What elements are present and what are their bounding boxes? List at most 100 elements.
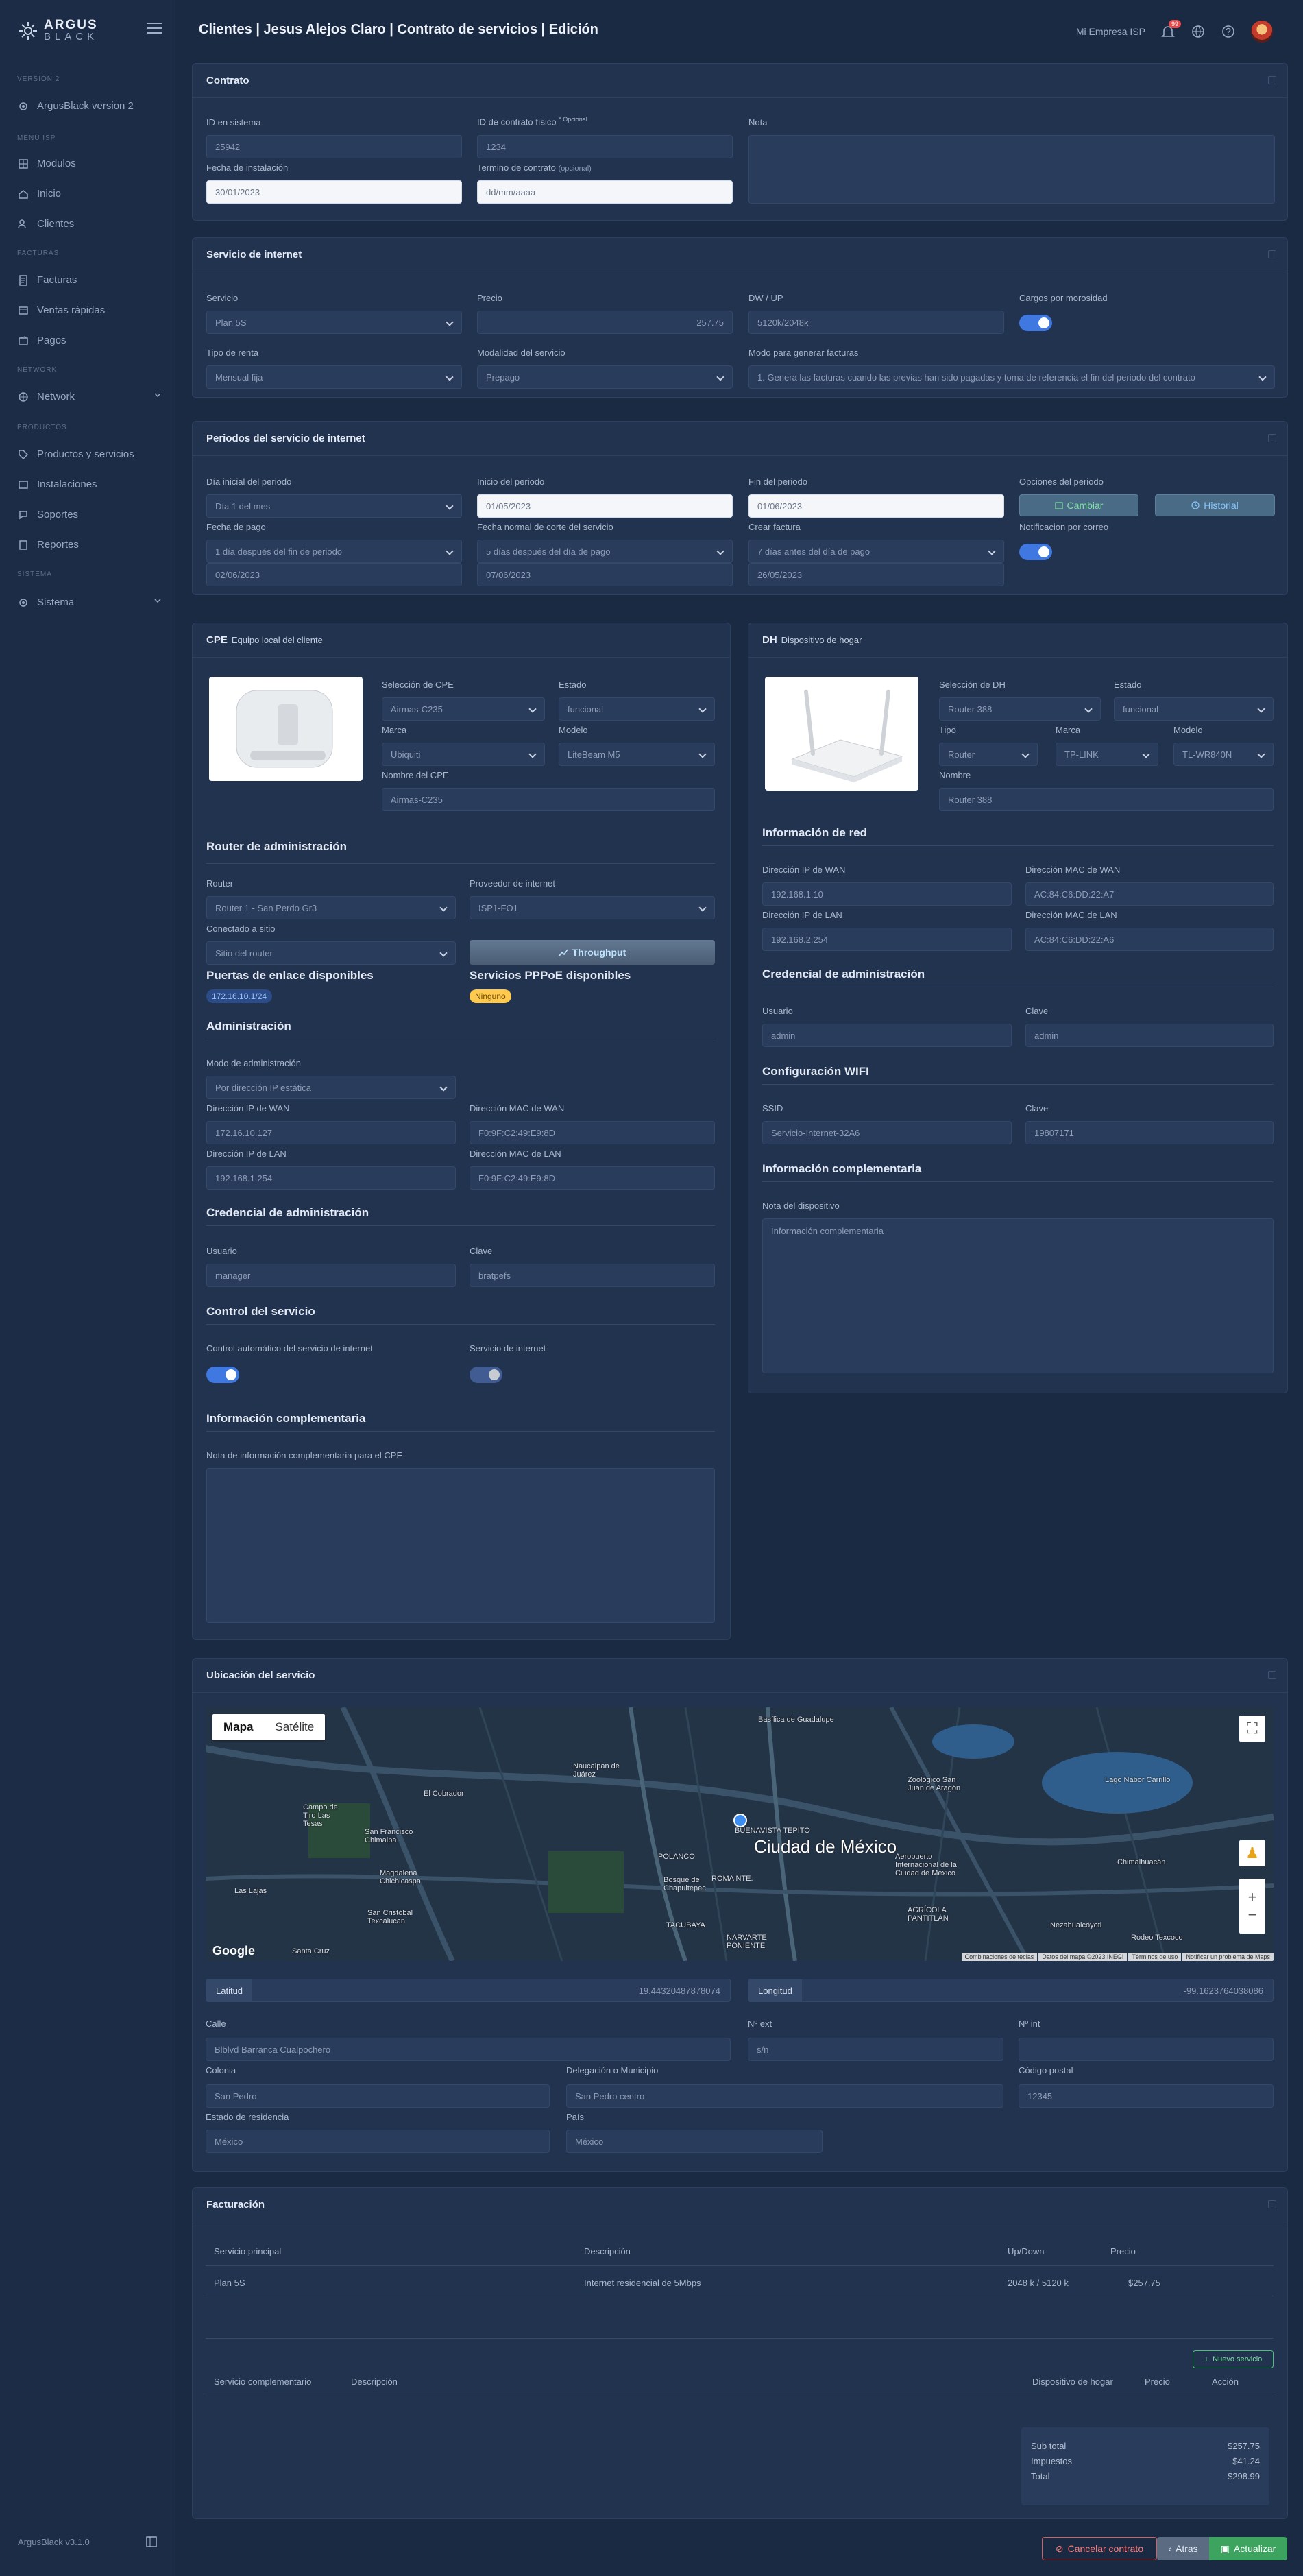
wifi-clave-input[interactable]: 19807171 <box>1025 1121 1274 1144</box>
sidebar-item-inicio[interactable]: Inicio <box>18 188 162 200</box>
clave-input[interactable]: admin <box>1025 1024 1274 1047</box>
sidebar-item-network[interactable]: Network <box>18 391 162 402</box>
control-automatico-toggle[interactable] <box>206 1367 239 1383</box>
menu-toggle-icon[interactable] <box>147 23 162 34</box>
servicio-select[interactable]: Plan 5S <box>206 311 462 334</box>
marca-select[interactable]: Ubiquiti <box>382 743 545 766</box>
map-attr-report[interactable]: Notificar un problema de Maps <box>1182 1953 1274 1961</box>
modo-facturas-select[interactable]: 1. Genera las facturas cuando las previa… <box>748 365 1275 389</box>
tipo-select[interactable]: Router <box>939 743 1038 766</box>
sidebar-item-productos[interactable]: Productos y servicios <box>18 448 162 460</box>
usuario-input[interactable]: manager <box>206 1264 456 1287</box>
sidebar-item-modulos[interactable]: Modulos <box>18 158 162 169</box>
tab-satelite[interactable]: Satélite <box>264 1714 325 1740</box>
zoom-control[interactable]: + − <box>1239 1879 1265 1934</box>
historial-button[interactable]: Historial <box>1155 494 1275 516</box>
codigo-postal-input[interactable]: 12345 <box>1019 2084 1274 2108</box>
sidebar-item-pagos[interactable]: Pagos <box>18 335 162 346</box>
clave-input[interactable]: bratpefs <box>470 1264 715 1287</box>
cargos-morosidad-toggle[interactable] <box>1019 315 1052 331</box>
mac-lan-input[interactable]: F0:9F:C2:49:E9:8D <box>470 1166 715 1190</box>
collapse-icon[interactable] <box>1268 2200 1276 2208</box>
collapse-icon[interactable] <box>145 2536 158 2548</box>
nuevo-servicio-button[interactable]: + Nuevo servicio <box>1193 2350 1274 2368</box>
ip-wan-input[interactable]: 192.168.1.10 <box>762 882 1012 906</box>
dh-nota-textarea[interactable]: Información complementaria <box>762 1218 1274 1373</box>
logo[interactable]: ARGUS BLACK <box>18 19 98 42</box>
atras-button[interactable]: ‹ Atras <box>1157 2537 1209 2560</box>
actualizar-button[interactable]: ▣ Actualizar <box>1209 2537 1287 2560</box>
collapse-icon[interactable] <box>1268 76 1276 84</box>
num-ext-input[interactable]: s/n <box>748 2038 1003 2061</box>
bell-icon[interactable]: 99 <box>1160 20 1181 39</box>
tipo-renta-select[interactable]: Mensual fija <box>206 365 462 389</box>
sidebar-item-reportes[interactable]: Reportes <box>18 539 162 551</box>
tab-mapa[interactable]: Mapa <box>212 1714 264 1740</box>
nombre-dh-input[interactable]: Router 388 <box>939 788 1274 811</box>
sidebar-item-soportes[interactable]: Soportes <box>18 509 162 520</box>
map-type-tabs[interactable]: Mapa Satélite <box>212 1714 326 1740</box>
pegman-icon[interactable]: ♟ <box>1239 1840 1265 1866</box>
sidebar-item-sistema[interactable]: Sistema <box>18 597 162 608</box>
modalidad-select[interactable]: Prepago <box>477 365 733 389</box>
estado-input[interactable]: México <box>206 2130 550 2153</box>
id-fisico-input[interactable]: 1234 <box>477 135 733 158</box>
nota-textarea[interactable] <box>748 135 1275 204</box>
cpe-select[interactable]: Airmas-C235 <box>382 697 545 721</box>
termino-contrato-input[interactable]: dd/mm/aaaa <box>477 180 733 204</box>
sidebar-item-ventas[interactable]: Ventas rápidas <box>18 304 162 316</box>
estado-select[interactable]: funcional <box>1114 697 1274 721</box>
cambiar-button[interactable]: Cambiar <box>1019 494 1138 516</box>
dia-inicial-select[interactable]: Día 1 del mes <box>206 494 462 518</box>
notificacion-correo-toggle[interactable] <box>1019 544 1052 560</box>
servicio-internet-toggle[interactable] <box>470 1367 502 1383</box>
sitio-select[interactable]: Sitio del router <box>206 941 456 965</box>
delegacion-input[interactable]: San Pedro centro <box>566 2084 1003 2108</box>
ip-lan-input[interactable]: 192.168.1.254 <box>206 1166 456 1190</box>
zoom-in-icon[interactable]: + <box>1248 1888 1257 1906</box>
sidebar-item-facturas[interactable]: Facturas <box>18 274 162 286</box>
table-row[interactable]: Plan 5S <box>214 2278 245 2288</box>
fecha-instalacion-input[interactable]: 30/01/2023 <box>206 180 462 204</box>
modo-admin-select[interactable]: Por dirección IP estática <box>206 1076 456 1099</box>
fin-periodo-input[interactable]: 01/06/2023 <box>748 494 1004 518</box>
ip-lan-input[interactable]: 192.168.2.254 <box>762 928 1012 951</box>
map-attr-shortcuts[interactable]: Combinaciones de teclas <box>961 1953 1038 1961</box>
cpe-nota-textarea[interactable] <box>206 1468 715 1623</box>
usuario-input[interactable]: admin <box>762 1024 1012 1047</box>
marca-select[interactable]: TP-LINK <box>1056 743 1158 766</box>
mac-wan-input[interactable]: AC:84:C6:DD:22:A7 <box>1025 882 1274 906</box>
collapse-icon[interactable] <box>1268 434 1276 442</box>
sidebar-item-clientes[interactable]: Clientes <box>18 218 162 230</box>
collapse-icon[interactable] <box>1268 250 1276 258</box>
company-name[interactable]: Mi Empresa ISP <box>1076 26 1145 37</box>
num-int-input[interactable] <box>1019 2038 1274 2061</box>
avatar[interactable] <box>1251 21 1273 43</box>
collapse-icon[interactable] <box>1268 1671 1276 1679</box>
fecha-pago-select[interactable]: 1 día después del fin de periodo <box>206 540 462 563</box>
ssid-input[interactable]: Servicio-Internet-32A6 <box>762 1121 1012 1144</box>
zoom-out-icon[interactable]: − <box>1248 1906 1257 1924</box>
estado-select[interactable]: funcional <box>559 697 715 721</box>
calle-input[interactable]: Blblvd Barranca Cualpochero <box>206 2038 731 2061</box>
map[interactable]: Mapa Satélite ⛶ ♟ + − Ciudad de México El … <box>206 1707 1274 1961</box>
latitud-input[interactable]: 19.44320487878074 <box>252 1986 730 1996</box>
map-attr-terms[interactable]: Términos de uso <box>1128 1953 1182 1961</box>
crear-factura-select[interactable]: 7 días antes del día de pago <box>748 540 1004 563</box>
longitud-input[interactable]: -99.1623764038086 <box>802 1986 1273 1996</box>
inicio-periodo-input[interactable]: 01/05/2023 <box>477 494 733 518</box>
help-icon[interactable] <box>1221 24 1236 39</box>
ip-wan-input[interactable]: 172.16.10.127 <box>206 1121 456 1144</box>
sidebar-item-instalaciones[interactable]: Instalaciones <box>18 479 162 490</box>
router-select[interactable]: Router 1 - San Perdo Gr3 <box>206 896 456 919</box>
modelo-select[interactable]: TL-WR840N <box>1173 743 1274 766</box>
proveedor-select[interactable]: ISP1-FO1 <box>470 896 715 919</box>
nombre-cpe-input[interactable]: Airmas-C235 <box>382 788 715 811</box>
modelo-select[interactable]: LiteBeam M5 <box>559 743 715 766</box>
throughput-button[interactable]: Throughput <box>470 940 715 965</box>
globe-icon[interactable] <box>1191 24 1206 39</box>
pais-input[interactable]: México <box>566 2130 823 2153</box>
cancelar-contrato-button[interactable]: ⊘ Cancelar contrato <box>1042 2537 1157 2560</box>
colonia-input[interactable]: San Pedro <box>206 2084 550 2108</box>
mac-lan-input[interactable]: AC:84:C6:DD:22:A6 <box>1025 928 1274 951</box>
